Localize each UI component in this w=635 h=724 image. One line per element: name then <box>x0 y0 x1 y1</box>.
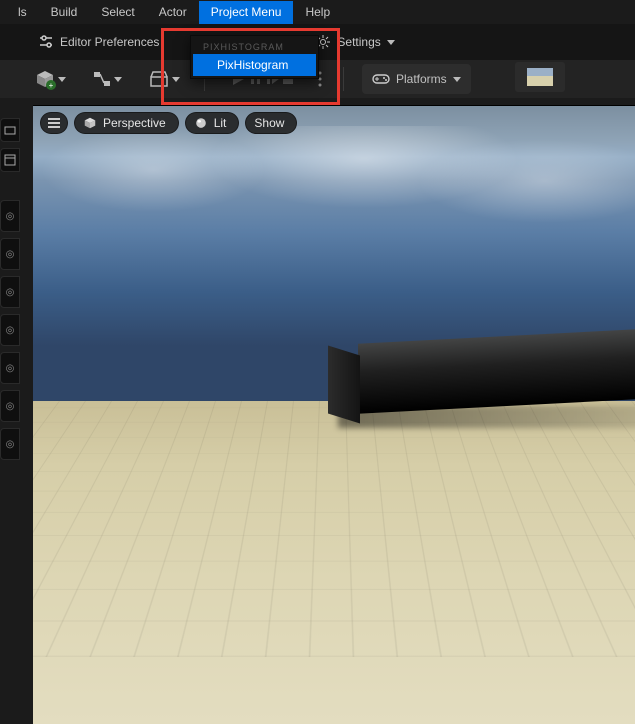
show-label: Show <box>254 116 284 130</box>
blueprint-nodes-button[interactable] <box>86 65 128 93</box>
chevron-down-icon <box>58 77 66 82</box>
lit-label: Lit <box>214 116 227 130</box>
nodes-icon <box>92 69 112 89</box>
layout-icon <box>4 154 16 166</box>
marketplace-icon <box>148 69 170 89</box>
cube-icon <box>83 116 97 130</box>
add-content-button[interactable]: + <box>28 64 72 94</box>
viewport-perspective-button[interactable]: Perspective <box>74 112 179 134</box>
marketplace-button[interactable] <box>142 65 186 93</box>
settings-button[interactable]: Settings <box>307 30 402 54</box>
editor-preferences-label: Editor Preferences <box>60 35 159 49</box>
menu-item-build[interactable]: Build <box>39 1 90 24</box>
left-tab-2[interactable] <box>0 148 20 172</box>
settings-label: Settings <box>337 35 380 49</box>
dropdown-section-header: PIXHISTOGRAM <box>193 38 316 54</box>
chevron-down-icon <box>387 40 395 45</box>
main-menu-bar: ls Build Select Actor Project Menu Help <box>0 0 635 24</box>
dropdown-item-pixhistogram[interactable]: PixHistogram <box>193 54 316 76</box>
viewport-show-button[interactable]: Show <box>245 112 297 134</box>
project-menu-dropdown: PIXHISTOGRAM PixHistogram <box>190 35 319 79</box>
chevron-down-icon <box>114 77 122 82</box>
viewport-lit-button[interactable]: Lit <box>185 112 240 134</box>
toolbar-divider <box>343 67 344 91</box>
left-tab-8[interactable]: ◎ <box>0 390 20 422</box>
left-tab-9[interactable]: ◎ <box>0 428 20 460</box>
chevron-down-icon <box>172 77 180 82</box>
left-tool-column: ◎ ◎ ◎ ◎ ◎ ◎ ◎ <box>0 98 23 724</box>
platforms-label: Platforms <box>396 72 447 86</box>
chevron-down-icon <box>453 77 461 82</box>
viewport-grid <box>33 401 635 657</box>
add-cube-icon: + <box>34 68 56 90</box>
level-thumbnail[interactable] <box>515 62 565 92</box>
menu-item-help[interactable]: Help <box>293 1 342 24</box>
viewport-top-controls: Perspective Lit Show <box>40 112 297 134</box>
left-tab-6[interactable]: ◎ <box>0 314 20 346</box>
svg-text:+: + <box>49 81 54 90</box>
left-tab-4[interactable]: ◎ <box>0 238 20 270</box>
gamepad-icon <box>372 72 390 86</box>
perspective-label: Perspective <box>103 116 166 130</box>
thumbnail-image <box>527 68 553 86</box>
panel-icon <box>4 124 16 136</box>
left-tab-1[interactable] <box>0 118 20 142</box>
platforms-button[interactable]: Platforms <box>362 64 471 94</box>
left-tab-5[interactable]: ◎ <box>0 276 20 308</box>
menu-item-project-menu[interactable]: Project Menu <box>199 1 294 24</box>
viewport-options-button[interactable] <box>40 112 68 134</box>
menu-item-actor[interactable]: Actor <box>147 1 199 24</box>
left-tab-7[interactable]: ◎ <box>0 352 20 384</box>
left-tab-3[interactable]: ◎ <box>0 200 20 232</box>
hamburger-icon <box>48 118 60 128</box>
menu-item-tools-partial[interactable]: ls <box>6 1 39 24</box>
sphere-icon <box>194 116 208 130</box>
level-viewport[interactable] <box>33 105 635 724</box>
editor-preferences-button[interactable]: Editor Preferences <box>30 30 167 54</box>
menu-item-select[interactable]: Select <box>89 1 146 24</box>
sliders-icon <box>38 34 54 50</box>
black-cube-mesh[interactable] <box>358 328 635 414</box>
viewport-clouds <box>33 126 635 236</box>
